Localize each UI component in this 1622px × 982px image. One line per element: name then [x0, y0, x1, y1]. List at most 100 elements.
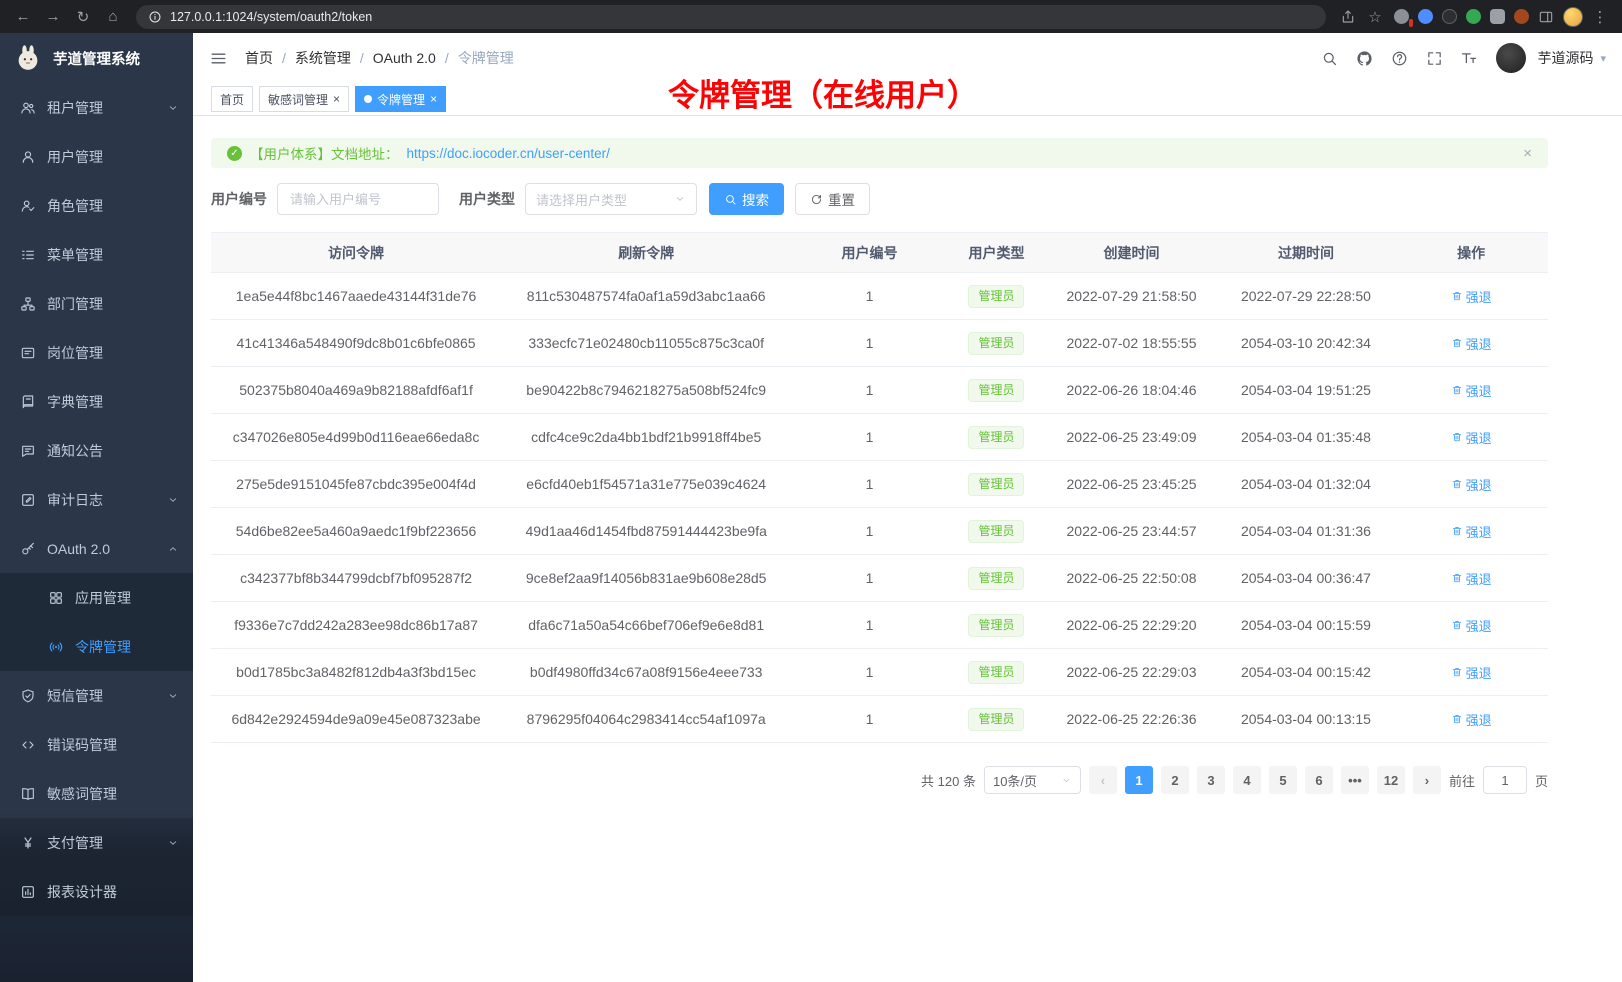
force-logout-button[interactable]: 强退	[1451, 381, 1492, 400]
help-icon[interactable]	[1385, 44, 1413, 72]
user-id-input[interactable]	[277, 183, 439, 215]
menu-item-icon	[20, 492, 36, 508]
forward-icon[interactable]: →	[40, 4, 66, 30]
app-logo[interactable]: 芋道管理系统	[0, 33, 193, 83]
force-logout-button[interactable]: 强退	[1451, 475, 1492, 494]
extension-icon[interactable]	[1418, 9, 1433, 24]
goto-page-input[interactable]	[1483, 766, 1527, 794]
home-icon[interactable]: ⌂	[100, 4, 126, 30]
token-table: 访问令牌 刷新令牌 用户编号 用户类型 创建时间 过期时间 操作	[211, 232, 1548, 743]
fullscreen-icon[interactable]	[1420, 44, 1448, 72]
github-icon[interactable]	[1350, 44, 1378, 72]
bookmark-star-icon[interactable]: ☆	[1365, 4, 1385, 30]
page-number-button[interactable]: 4	[1233, 766, 1261, 794]
tab-label: 令牌管理	[377, 91, 425, 108]
page-number-button[interactable]: 12	[1377, 766, 1405, 794]
force-logout-button[interactable]: 强退	[1451, 522, 1492, 541]
sidebar-item[interactable]: 部门管理	[0, 279, 193, 328]
access-token-cell: 41c41346a548490f9dc8b01c6bfe0865	[211, 320, 501, 367]
page-number-button[interactable]: 2	[1161, 766, 1189, 794]
reset-button[interactable]: 重置	[795, 183, 870, 215]
page-number-button[interactable]: •••	[1341, 766, 1369, 794]
access-token-cell: b0d1785bc3a8482f812db4a3f3bd15ec	[211, 649, 501, 696]
table-row: 6d842e2924594de9a09e45e087323abe 8796295…	[211, 696, 1548, 743]
expire-time-cell: 2054-03-04 01:35:48	[1218, 414, 1394, 461]
page-unit-label: 页	[1535, 771, 1548, 790]
extension-icon[interactable]	[1466, 9, 1481, 24]
browser-profile-avatar[interactable]	[1563, 7, 1583, 27]
sidebar-item[interactable]: 通知公告	[0, 426, 193, 475]
breadcrumb-item[interactable]: 首页	[245, 48, 273, 68]
sidebar-item[interactable]: 报表设计器	[0, 867, 193, 916]
breadcrumb-item[interactable]: OAuth 2.0	[373, 50, 436, 66]
page-tab[interactable]: 敏感词管理 ×	[259, 86, 349, 112]
user-menu-caret-icon[interactable]: ▾	[1600, 52, 1606, 65]
back-icon[interactable]: ←	[10, 4, 36, 30]
alert-close-icon[interactable]: ×	[1523, 145, 1532, 162]
search-icon[interactable]	[1315, 44, 1343, 72]
search-button[interactable]: 搜索	[709, 183, 784, 215]
sidebar-item[interactable]: 菜单管理	[0, 230, 193, 279]
sidebar-item[interactable]: 短信管理	[0, 671, 193, 720]
create-time-cell: 2022-06-25 22:26:36	[1045, 696, 1217, 743]
force-logout-button[interactable]: 强退	[1451, 710, 1492, 729]
menu-item-label: 通知公告	[47, 441, 179, 461]
sidebar-item[interactable]: 敏感词管理	[0, 769, 193, 818]
sidebar-item[interactable]: 审计日志	[0, 475, 193, 524]
sidebar-item[interactable]: 字典管理	[0, 377, 193, 426]
page-tab[interactable]: 令牌管理 ×	[355, 86, 446, 112]
tab-close-icon[interactable]: ×	[430, 93, 437, 105]
user-type-select[interactable]: 请选择用户类型	[525, 183, 697, 215]
page-size-select[interactable]: 10条/页	[984, 766, 1081, 794]
menu-item-label: 部门管理	[47, 294, 179, 314]
sidebar-item[interactable]: OAuth 2.0	[0, 524, 193, 573]
extension-icon[interactable]	[1442, 9, 1457, 24]
sidebar-item[interactable]: 租户管理	[0, 83, 193, 132]
sidebar-item[interactable]: 错误码管理	[0, 720, 193, 769]
browser-menu-icon[interactable]: ⋮	[1592, 4, 1608, 30]
extension-icon[interactable]	[1394, 9, 1409, 24]
collapse-sidebar-icon[interactable]	[209, 49, 228, 68]
prev-page-button[interactable]: ‹	[1089, 766, 1117, 794]
share-icon[interactable]	[1340, 9, 1356, 25]
page-number-button[interactable]: 3	[1197, 766, 1225, 794]
create-time-cell: 2022-06-25 23:49:09	[1045, 414, 1217, 461]
force-logout-button[interactable]: 强退	[1451, 569, 1492, 588]
user-type-tag: 管理员	[968, 567, 1024, 590]
action-cell: 强退	[1394, 508, 1548, 555]
user-name[interactable]: 芋道源码	[1537, 48, 1593, 68]
force-logout-button[interactable]: 强退	[1451, 663, 1492, 682]
sidebar-item[interactable]: 岗位管理	[0, 328, 193, 377]
sidebar-item[interactable]: 用户管理	[0, 132, 193, 181]
url-bar[interactable]: 127.0.0.1:1024/system/oauth2/token	[136, 5, 1326, 29]
font-size-icon[interactable]	[1455, 44, 1483, 72]
sidebar-item[interactable]: 令牌管理	[0, 622, 193, 671]
alert-doc-link[interactable]: https://doc.iocoder.cn/user-center/	[407, 146, 610, 161]
action-cell: 强退	[1394, 461, 1548, 508]
sidebar-item[interactable]: 角色管理	[0, 181, 193, 230]
user-type-tag: 管理员	[968, 332, 1024, 355]
extension-icon[interactable]	[1514, 9, 1529, 24]
sidebar-item[interactable]: 支付管理	[0, 818, 193, 867]
page-number-button[interactable]: 5	[1269, 766, 1297, 794]
force-logout-button[interactable]: 强退	[1451, 334, 1492, 353]
force-logout-button[interactable]: 强退	[1451, 616, 1492, 635]
sidebar-item[interactable]: 应用管理	[0, 573, 193, 622]
site-info-icon[interactable]	[148, 10, 162, 24]
page-tab[interactable]: 首页 ×	[211, 86, 253, 112]
breadcrumb-item[interactable]: 系统管理	[295, 48, 351, 68]
page-number-button[interactable]: 6	[1305, 766, 1333, 794]
user-avatar[interactable]	[1496, 43, 1526, 73]
page-number-button[interactable]: 1	[1125, 766, 1153, 794]
user-type-cell: 管理员	[948, 696, 1046, 743]
force-logout-button[interactable]: 强退	[1451, 287, 1492, 306]
trash-icon	[1451, 572, 1463, 584]
extensions-puzzle-icon[interactable]	[1490, 9, 1505, 24]
reload-icon[interactable]: ↻	[70, 4, 96, 30]
force-logout-button[interactable]: 强退	[1451, 428, 1492, 447]
user-id-cell: 1	[791, 367, 947, 414]
side-panel-icon[interactable]	[1538, 9, 1554, 25]
breadcrumb-item[interactable]: 令牌管理	[458, 48, 514, 68]
tab-close-icon[interactable]: ×	[333, 93, 340, 105]
next-page-button[interactable]: ›	[1413, 766, 1441, 794]
